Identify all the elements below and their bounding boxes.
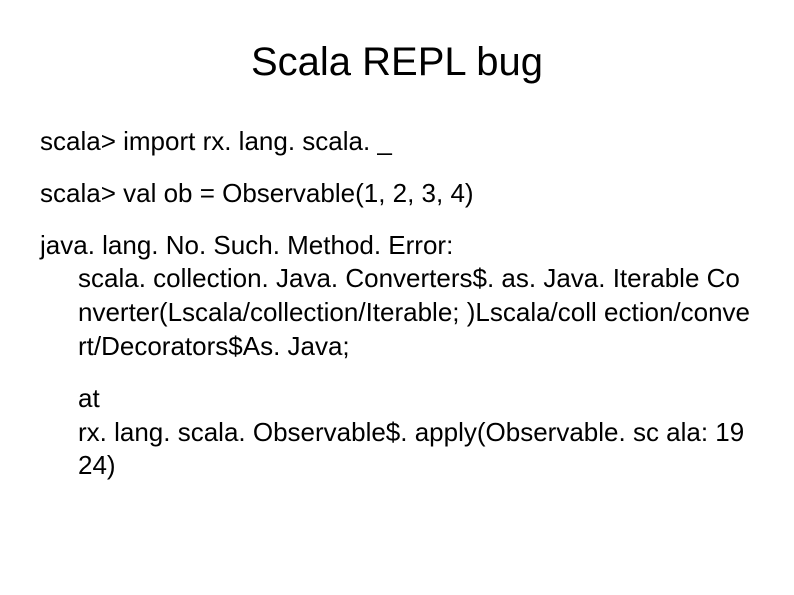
slide-title: Scala REPL bug [40,40,754,85]
error-header: java. lang. No. Such. Method. Error: [40,229,754,263]
stack-trace: at rx. lang. scala. Observable$. apply(O… [40,382,754,483]
error-body: scala. collection. Java. Converters$. as… [78,262,754,363]
repl-val-line: scala> val ob = Observable(1, 2, 3, 4) [40,177,754,211]
stack-at: at [78,382,754,416]
error-block: java. lang. No. Such. Method. Error: sca… [40,229,754,364]
repl-import-line: scala> import rx. lang. scala. _ [40,125,754,159]
stack-detail: rx. lang. scala. Observable$. apply(Obse… [78,416,754,484]
